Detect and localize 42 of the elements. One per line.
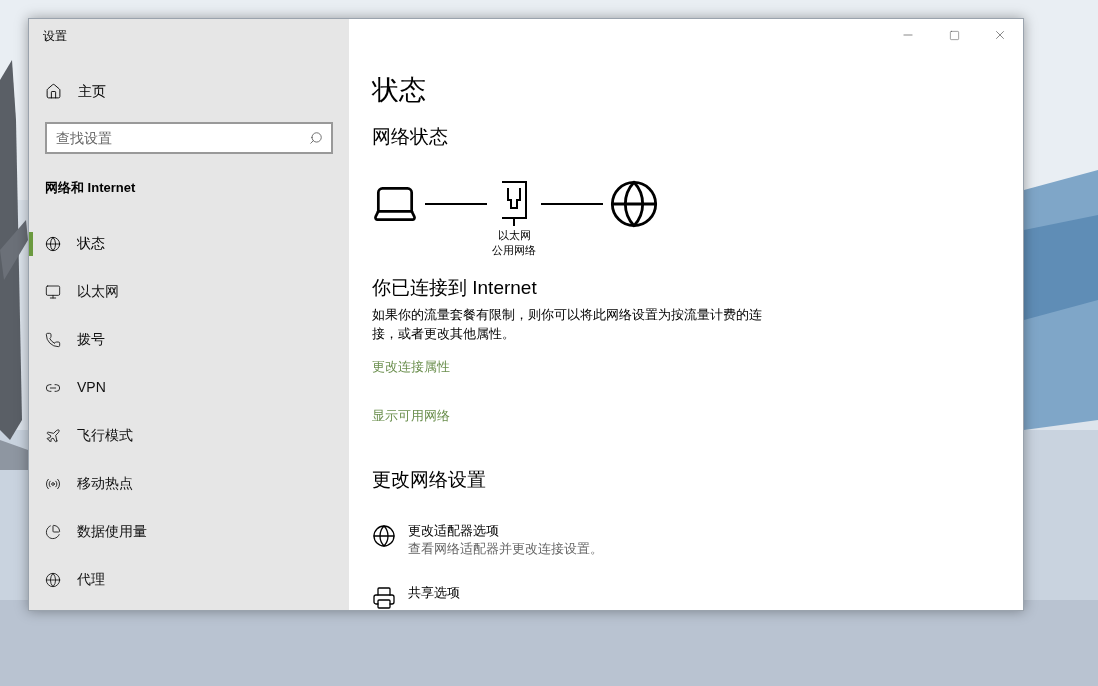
link[interactable]: 更改连接属性	[372, 356, 450, 376]
monitor-icon	[45, 283, 61, 300]
option-description: 查看网络适配器并更改连接设置。	[408, 540, 603, 558]
ethernet-port-icon	[500, 178, 528, 228]
nav-item[interactable]: 数据使用量	[29, 515, 349, 548]
network-label: 公用网络	[492, 243, 536, 258]
section-heading: 网络和 Internet	[44, 179, 137, 197]
option-title: 更改适配器选项	[408, 522, 500, 540]
globe-icon	[45, 571, 61, 588]
link[interactable]: 显示可用网络	[372, 406, 450, 426]
search-icon	[309, 131, 323, 145]
window-title: 设置	[43, 28, 67, 45]
status-heading: 你已连接到 Internet	[372, 276, 538, 300]
nav-item[interactable]: 飞行模式	[29, 419, 349, 452]
globe-icon	[372, 524, 396, 548]
globe-icon	[608, 178, 660, 230]
connection-line	[541, 203, 603, 205]
maximize-icon	[948, 29, 960, 41]
adapter-label: 以太网	[497, 228, 531, 243]
settings-option[interactable]: 共享选项	[372, 584, 1000, 610]
section-heading: 更改网络设置	[372, 467, 487, 492]
nav-item[interactable]: VPN	[29, 371, 349, 404]
nav-item[interactable]: 移动热点	[29, 467, 349, 500]
close-icon	[993, 28, 1007, 42]
connection-line	[425, 203, 487, 205]
pie-chart-icon	[45, 523, 61, 540]
settings-option[interactable]: 更改适配器选项 查看网络适配器并更改连接设置。	[372, 522, 1000, 558]
nav-item[interactable]: 代理	[29, 563, 349, 596]
status-description: 如果你的流量套餐有限制，则你可以将此网络设置为按流量计费的连接，或者更改其他属性。	[372, 305, 763, 343]
globe-icon	[45, 235, 61, 252]
home-item[interactable]: 主页	[29, 75, 349, 107]
section-heading: 网络状态	[372, 124, 449, 149]
plane-icon	[45, 427, 61, 444]
printer-icon	[372, 586, 396, 610]
option-title: 共享选项	[408, 584, 460, 602]
phone-icon	[45, 331, 61, 348]
page-title: 状态	[372, 73, 427, 107]
home-icon	[45, 82, 62, 100]
search-field[interactable]: 查找设置	[45, 122, 333, 154]
nav-item[interactable]: 拨号	[29, 323, 349, 356]
nav-item[interactable]: 状态	[29, 227, 349, 260]
nav-item[interactable]: 以太网	[29, 275, 349, 308]
